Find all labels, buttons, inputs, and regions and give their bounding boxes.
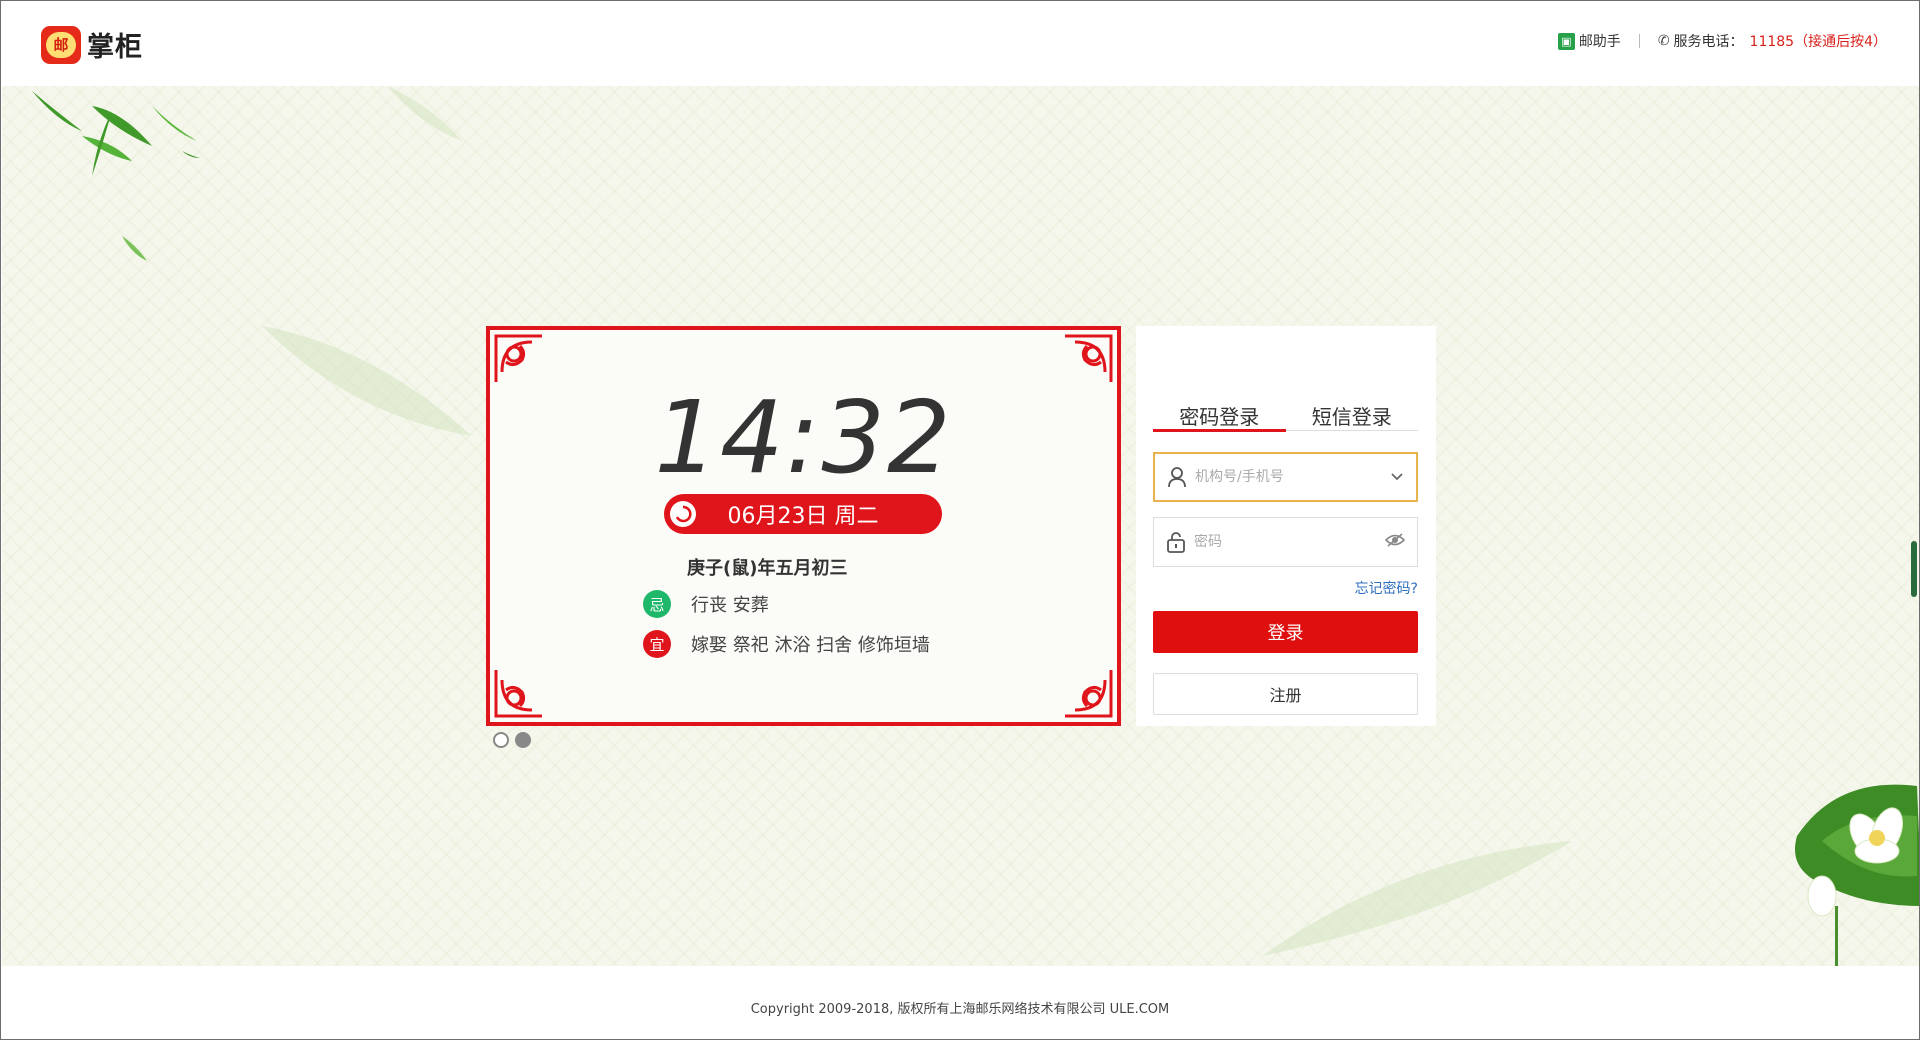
copyright-text: Copyright 2009-2018, 版权所有上海邮乐网络技术有限公司 UL… (750, 1002, 1170, 1017)
footer: Copyright 2009-2018, 版权所有上海邮乐网络技术有限公司 UL… (1, 966, 1919, 1039)
date-text: 06月23日 周二 (727, 504, 879, 529)
logo[interactable]: 邮 掌柜 (41, 25, 143, 64)
phone-icon: ✆ (1657, 33, 1670, 49)
register-button[interactable]: 注册 (1153, 673, 1418, 715)
date-pill: 06月23日 周二 (664, 494, 942, 534)
user-icon (1168, 467, 1186, 488)
scrollbar-thumb[interactable] (1911, 541, 1917, 597)
page: 邮 掌柜 ▣ 邮助手 ✆ 服务电话： 11185（接通后按4） 14:32 06… (0, 0, 1920, 1040)
blurred-leaf-decoration (262, 326, 472, 436)
avoid-row: 忌 行丧 安葬 (643, 590, 769, 618)
carousel-dot-2[interactable] (515, 732, 531, 748)
swirl-icon (670, 501, 696, 527)
logo-mark: 邮 (46, 31, 76, 58)
corner-ornament-icon (1065, 670, 1113, 718)
corner-ornament-icon (494, 670, 542, 718)
forgot-password-link[interactable]: 忘记密码? (1355, 578, 1418, 598)
password-input[interactable] (1194, 534, 1374, 550)
tab-password-login[interactable]: 密码登录 (1153, 401, 1286, 432)
logo-badge-icon: 邮 (41, 25, 81, 64)
eye-hidden-icon[interactable] (1384, 532, 1406, 551)
lotus-decoration (1795, 784, 1919, 966)
suit-badge: 宜 (643, 630, 671, 658)
login-panel: 密码登录 短信登录 忘记密码? 登录 注册 (1136, 326, 1436, 726)
clock-time: 14:32 (654, 379, 953, 496)
suit-row: 宜 嫁娶 祭祀 沐浴 扫舍 修饰垣墙 (643, 630, 930, 658)
carousel-dot-1[interactable] (493, 732, 509, 748)
account-field[interactable] (1153, 452, 1418, 502)
login-tabs: 密码登录 短信登录 (1153, 401, 1419, 432)
header-links: ▣ 邮助手 ✆ 服务电话： 11185（接通后按4） (1557, 31, 1887, 51)
account-input[interactable] (1195, 469, 1375, 485)
avoid-badge: 忌 (643, 590, 671, 618)
helper-icon: ▣ (1557, 32, 1575, 50)
helper-link[interactable]: 邮助手 (1579, 31, 1621, 51)
service-number: 11185（接通后按4） (1749, 34, 1887, 50)
tab-sms-login[interactable]: 短信登录 (1286, 401, 1419, 430)
lunar-date: 庚子(鼠)年五月初三 (687, 558, 848, 579)
login-button[interactable]: 登录 (1153, 611, 1418, 653)
corner-ornament-icon (494, 334, 542, 382)
logo-text: 掌柜 (87, 32, 143, 63)
header-divider (1638, 34, 1640, 48)
calendar-card: 14:32 06月23日 周二 庚子(鼠)年五月初三 忌 行丧 安葬 宜 嫁娶 … (486, 326, 1121, 726)
bamboo-leaves-decoration (32, 91, 200, 261)
blurred-leaf-top-decoration (387, 86, 462, 141)
password-field[interactable] (1153, 517, 1418, 567)
chevron-down-icon[interactable] (1390, 468, 1404, 487)
avoid-text: 行丧 安葬 (691, 595, 769, 616)
blurred-leaf-bottom-decoration (1262, 841, 1572, 956)
service-label: 服务电话： (1673, 34, 1744, 50)
suit-text: 嫁娶 祭祀 沐浴 扫舍 修饰垣墙 (691, 635, 930, 656)
lock-icon (1167, 532, 1185, 553)
header: 邮 掌柜 ▣ 邮助手 ✆ 服务电话： 11185（接通后按4） (1, 1, 1919, 86)
carousel-dots (493, 732, 537, 748)
corner-ornament-icon (1065, 334, 1113, 382)
